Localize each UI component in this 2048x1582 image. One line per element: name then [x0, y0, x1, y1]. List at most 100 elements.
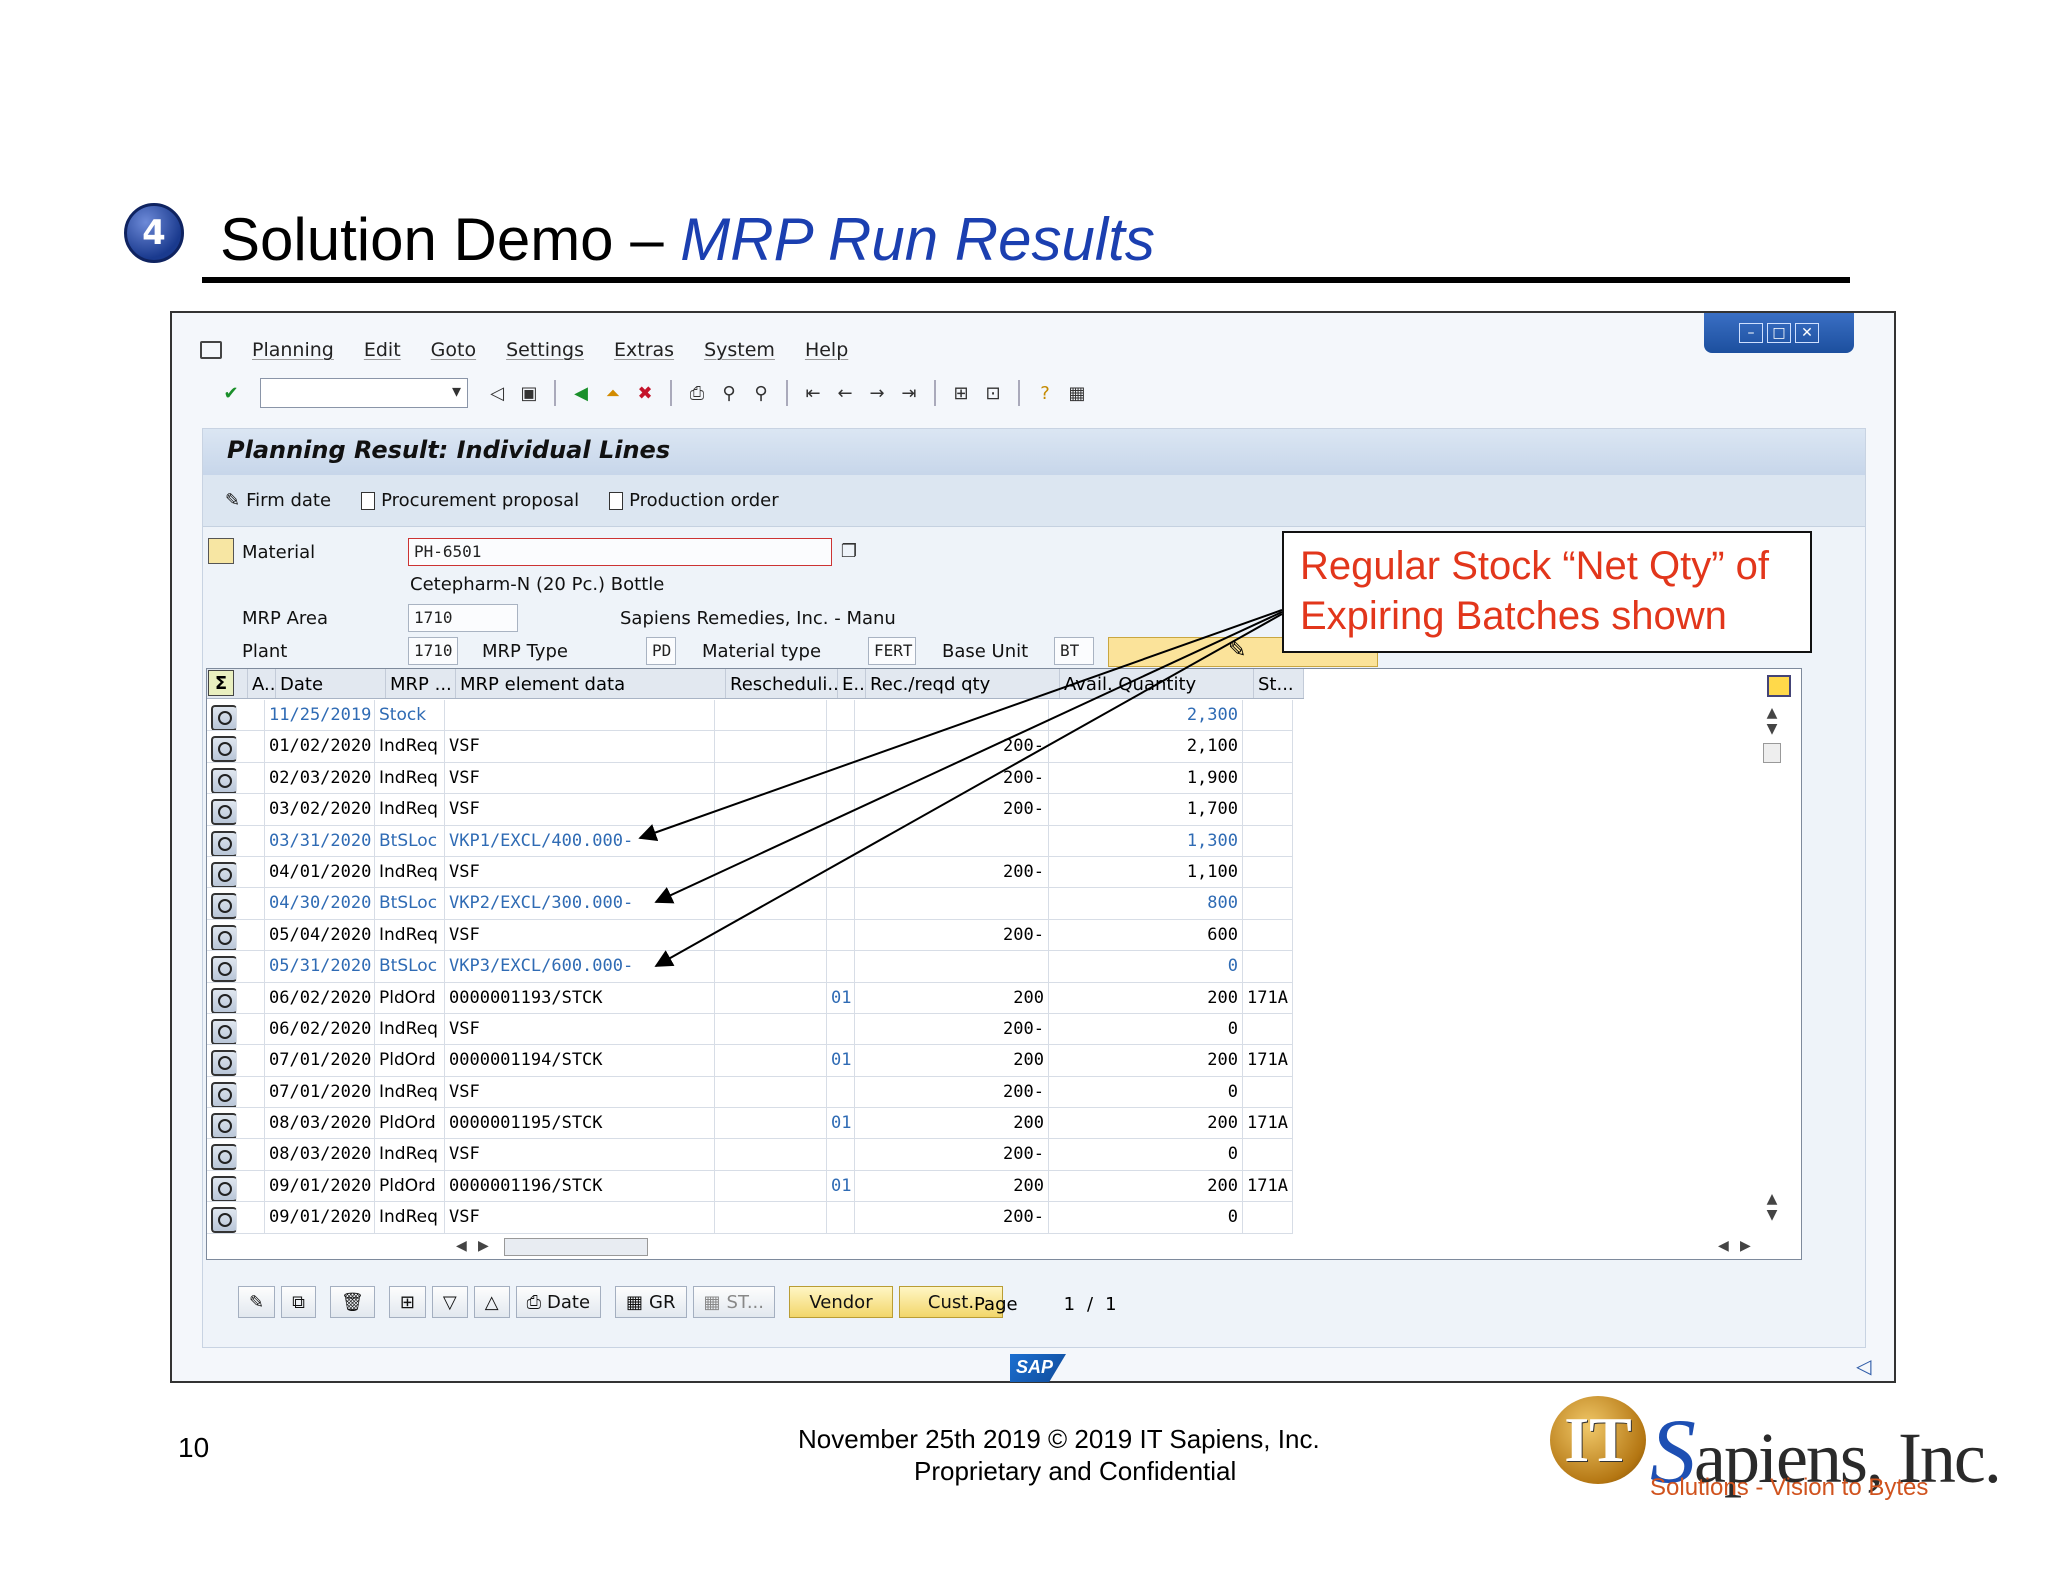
col-element[interactable]: MRP element data [456, 669, 726, 698]
menu-icon[interactable] [200, 341, 222, 359]
row-select-icon[interactable] [207, 794, 265, 825]
vertical-scrollbar[interactable]: ▲ ▼ ▲ ▼ [1763, 705, 1787, 1259]
col-rec-qty[interactable]: Rec./reqd qty [866, 669, 1060, 698]
detail-magnifier-icon[interactable] [211, 1175, 237, 1202]
grid-settings-icon[interactable] [1767, 675, 1791, 697]
menu-edit[interactable]: Edit [364, 339, 401, 361]
row-select-icon[interactable] [207, 1202, 265, 1233]
print-icon[interactable]: ⎙ [684, 380, 710, 406]
row-select-icon[interactable] [207, 888, 265, 919]
scroll-left-icon[interactable]: ◀ [456, 1238, 467, 1254]
material-copy-icon[interactable]: ❐ [836, 538, 862, 564]
filter-button[interactable]: ▽ [431, 1286, 468, 1318]
gr-button[interactable]: ▦ GR [615, 1286, 687, 1318]
row-select-icon[interactable] [207, 762, 265, 794]
table-row[interactable]: 06/02/2020 PldOrd 0000001193/STCK 01 200 200 1… [207, 982, 1293, 1014]
detail-magnifier-icon[interactable] [211, 861, 237, 888]
table-row[interactable]: 03/02/2020 IndReq VSF 200- 1,700 [207, 794, 1293, 826]
row-select-icon[interactable] [207, 1170, 265, 1202]
detail-magnifier-icon[interactable] [211, 705, 237, 731]
table-row[interactable]: 05/31/2020 BtSLoc VKP3/EXCL/600.000- 0 [207, 951, 1293, 983]
scroll-down-icon[interactable]: ▼ [1763, 721, 1781, 737]
detail-magnifier-icon[interactable] [211, 1050, 237, 1076]
detail-magnifier-icon[interactable] [211, 924, 237, 951]
row-select-icon[interactable] [207, 1108, 265, 1139]
edit-button[interactable]: ✎ [238, 1286, 276, 1318]
delete-button[interactable]: 🗑 [329, 1286, 375, 1318]
date-button[interactable]: ⎙ Date [515, 1286, 602, 1318]
table-row[interactable]: 02/03/2020 IndReq VSF 200- 1,900 [207, 762, 1293, 795]
scroll-right-icon[interactable]: ▶ [1740, 1238, 1751, 1254]
row-select-icon[interactable] [207, 919, 265, 951]
command-field[interactable] [260, 378, 468, 408]
detail-magnifier-icon[interactable] [211, 830, 237, 856]
h-scroll-thumb[interactable] [504, 1238, 648, 1256]
table-row[interactable]: 08/03/2020 PldOrd 0000001195/STCK 01 200 200 1… [207, 1108, 1293, 1140]
back-triangle-icon[interactable]: ◁ [484, 380, 510, 406]
row-select-icon[interactable] [207, 731, 265, 762]
detail-magnifier-icon[interactable] [211, 893, 237, 919]
row-select-icon[interactable] [207, 951, 265, 982]
menu-goto[interactable]: Goto [431, 339, 476, 361]
next-page-icon[interactable]: → [864, 380, 890, 406]
row-select-icon[interactable] [207, 1013, 265, 1045]
back-icon[interactable]: ◀ [568, 380, 594, 406]
scroll-thumb[interactable] [1763, 743, 1781, 763]
firm-date-button[interactable]: ✎ Firm date [225, 490, 331, 511]
row-select-icon[interactable] [207, 982, 265, 1013]
status-bar-toggle-icon[interactable]: ◁ [1856, 1354, 1871, 1378]
table-row[interactable]: 06/02/2020 IndReq VSF 200- 0 [207, 1013, 1293, 1046]
col-mrp[interactable]: MRP ... [386, 669, 456, 698]
production-order-button[interactable]: Production order [609, 490, 779, 511]
find-icon[interactable]: ⚲ [716, 380, 742, 406]
last-page-icon[interactable]: ⇥ [896, 380, 922, 406]
detail-magnifier-icon[interactable] [211, 987, 237, 1013]
col-a[interactable]: A.. [248, 669, 276, 698]
scroll-up-icon[interactable]: ▲ [1763, 705, 1781, 721]
table-row[interactable]: 08/03/2020 IndReq VSF 200- 0 [207, 1139, 1293, 1171]
row-select-icon[interactable] [207, 1045, 265, 1076]
col-st[interactable]: St... [1254, 669, 1304, 698]
close-icon[interactable]: ✕ [1795, 323, 1819, 343]
enter-icon[interactable]: ✔ [218, 380, 244, 406]
detail-magnifier-icon[interactable] [211, 1081, 237, 1108]
table-row[interactable]: 01/02/2020 IndReq VSF 200- 2,100 [207, 731, 1293, 763]
col-date[interactable]: Date [276, 669, 386, 698]
layout-menu-icon[interactable]: ▦ [1064, 380, 1090, 406]
col-avail-qty[interactable]: Avail. Quantity [1060, 669, 1254, 698]
find-next-icon[interactable]: ⚲ [748, 380, 774, 406]
save-icon[interactable]: ▣ [516, 380, 542, 406]
row-select-icon[interactable] [207, 825, 265, 856]
table-row[interactable]: 04/30/2020 BtSLoc VKP2/EXCL/300.000- 800 [207, 888, 1293, 920]
new-session-icon[interactable]: ⊞ [948, 380, 974, 406]
table-row[interactable]: 03/31/2020 BtSLoc VKP1/EXCL/400.000- 1,300 [207, 825, 1293, 857]
table-row[interactable]: 09/01/2020 IndReq VSF 200- 0 [207, 1202, 1293, 1234]
table-row[interactable]: 05/04/2020 IndReq VSF 200- 600 [207, 919, 1293, 952]
scroll-right-icon[interactable]: ▶ [478, 1238, 489, 1254]
sum-icon[interactable]: Σ [208, 670, 234, 696]
minimize-icon[interactable]: – [1739, 323, 1763, 343]
exit-icon[interactable]: ⏶ [600, 380, 626, 406]
first-page-icon[interactable]: ⇤ [800, 380, 826, 406]
hierarchy-button[interactable]: ⊞ [388, 1286, 426, 1318]
detail-magnifier-icon[interactable] [211, 736, 237, 762]
table-row[interactable]: 11/25/2019 Stock 2,300 [207, 700, 1293, 732]
detail-magnifier-icon[interactable] [211, 1113, 237, 1139]
menu-planning[interactable]: Planning [252, 339, 334, 361]
shortcut-icon[interactable]: ⊡ [980, 380, 1006, 406]
menu-help[interactable]: Help [805, 339, 848, 361]
row-select-icon[interactable] [207, 700, 265, 731]
horizontal-scrollbar[interactable]: ◀ ▶ ◀ ▶ [456, 1236, 1756, 1260]
maximize-icon[interactable]: □ [1767, 323, 1791, 343]
previous-page-icon[interactable]: ← [832, 380, 858, 406]
material-field[interactable]: PH-6501 [408, 538, 832, 566]
procurement-proposal-button[interactable]: Procurement proposal [361, 490, 579, 511]
row-select-icon[interactable] [207, 1076, 265, 1108]
col-e[interactable]: E.. [838, 669, 866, 698]
table-row[interactable]: 07/01/2020 IndReq VSF 200- 0 [207, 1076, 1293, 1109]
table-row[interactable]: 09/01/2020 PldOrd 0000001196/STCK 01 200 200 1… [207, 1170, 1293, 1203]
detail-magnifier-icon[interactable] [211, 1018, 237, 1045]
edit-header-icon[interactable]: ✎ [1228, 638, 1246, 663]
row-select-icon[interactable] [207, 1139, 265, 1170]
menu-system[interactable]: System [704, 339, 775, 361]
